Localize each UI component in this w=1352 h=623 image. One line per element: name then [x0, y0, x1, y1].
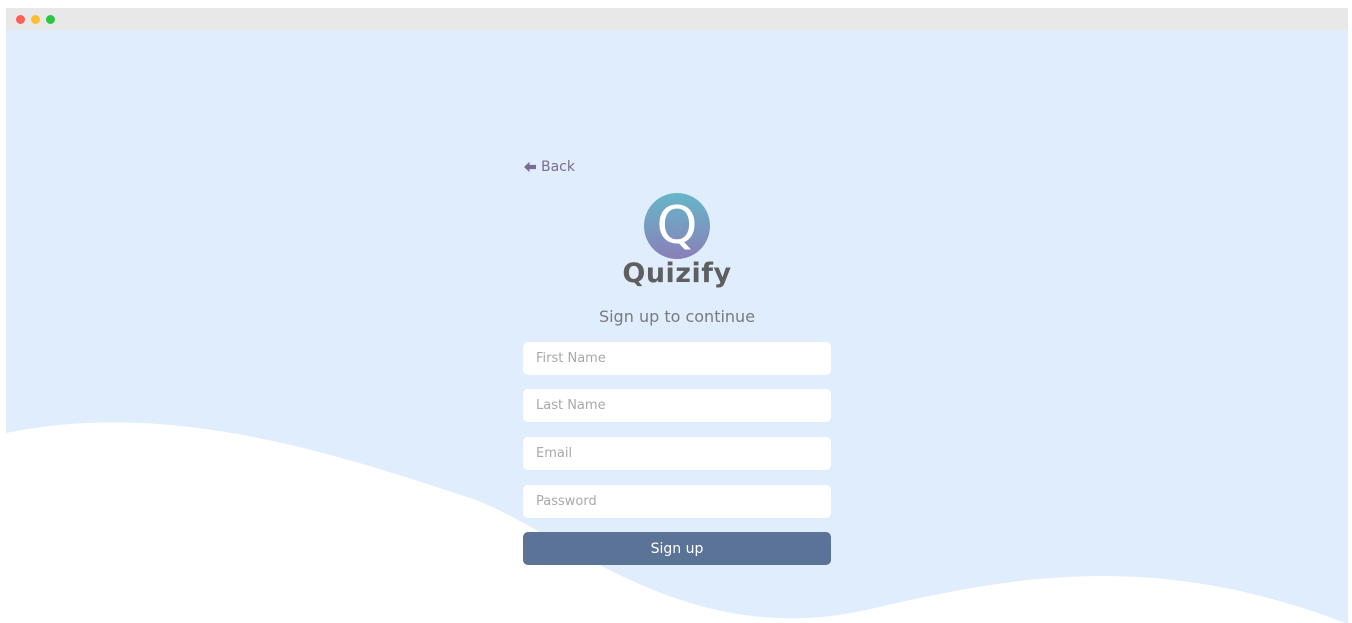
back-label: Back — [541, 159, 575, 175]
arrow-left-icon — [524, 161, 536, 173]
brand-name: Quizify — [622, 258, 732, 289]
window-titlebar — [6, 8, 1348, 30]
signup-panel: Back Q Quizify Sign up to continue Sign … — [523, 30, 831, 623]
form-heading: Sign up to continue — [598, 307, 756, 326]
maximize-window-button[interactable] — [46, 15, 55, 24]
close-window-button[interactable] — [16, 15, 25, 24]
last-name-input[interactable] — [523, 389, 831, 422]
logo-letter: Q — [656, 196, 698, 256]
minimize-window-button[interactable] — [31, 15, 40, 24]
email-input[interactable] — [523, 437, 831, 470]
first-name-input[interactable] — [523, 342, 831, 375]
sign-up-button[interactable]: Sign up — [523, 532, 831, 565]
browser-window: Back Q Quizify Sign up to continue Sign … — [6, 8, 1348, 623]
back-link[interactable]: Back — [523, 159, 575, 175]
password-input[interactable] — [523, 485, 831, 518]
quizify-logo: Q — [644, 193, 710, 259]
